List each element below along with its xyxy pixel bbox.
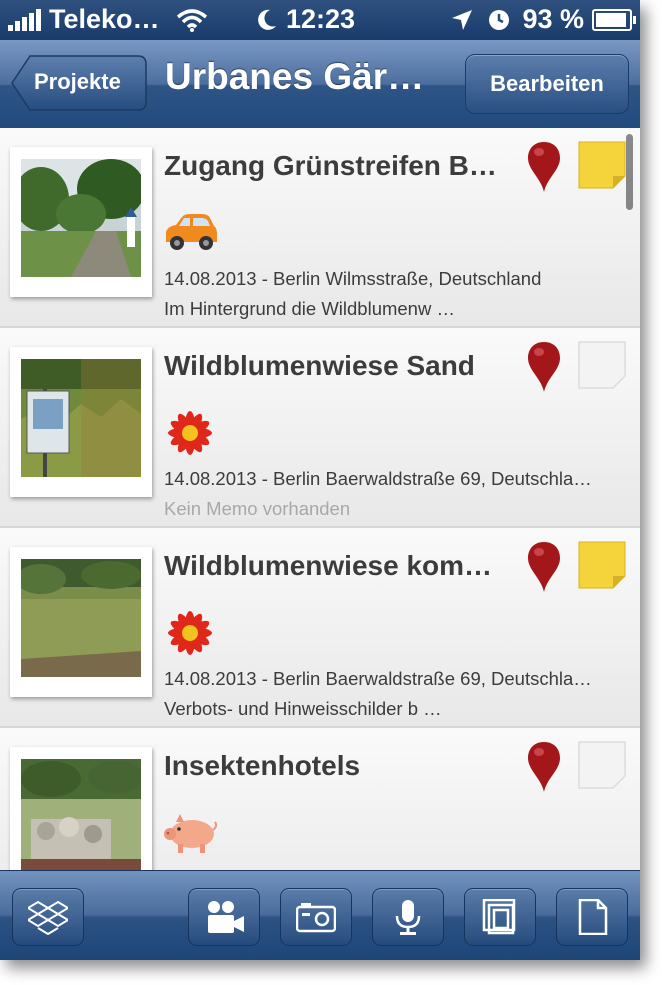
entry-memo: Kein Memo vorhanden bbox=[164, 498, 351, 519]
dropbox-button[interactable] bbox=[12, 888, 84, 946]
list-item[interactable]: Insektenhotels bbox=[0, 728, 640, 870]
status-bar: Teleko… 12:23 93 % bbox=[0, 0, 640, 40]
flower-icon bbox=[168, 611, 212, 655]
location-arrow-icon bbox=[452, 9, 473, 30]
entry-thumbnail bbox=[10, 147, 152, 297]
list-item[interactable]: Zugang Grünstreifen B… 14.08.2013 - Berl… bbox=[0, 128, 640, 328]
battery-icon bbox=[592, 8, 636, 31]
video-button[interactable] bbox=[188, 888, 260, 946]
memo-note-icon[interactable] bbox=[577, 540, 627, 590]
photo-insect-hotel bbox=[21, 759, 141, 870]
camera-button[interactable] bbox=[280, 888, 352, 946]
map-pin-icon[interactable] bbox=[527, 340, 561, 392]
new-document-button[interactable] bbox=[556, 888, 628, 946]
memo-note-empty-icon[interactable] bbox=[577, 740, 627, 790]
wifi-icon bbox=[176, 8, 207, 32]
gallery-button[interactable] bbox=[464, 888, 536, 946]
photo-overgrown-meadow bbox=[21, 559, 141, 677]
audio-record-button[interactable] bbox=[372, 888, 444, 946]
bottom-toolbar bbox=[0, 870, 640, 960]
carrier-group: Teleko… bbox=[8, 4, 208, 35]
scrollbar[interactable] bbox=[626, 134, 633, 210]
entry-date-location: 14.08.2013 - Berlin Wilmsstraße, Deutsch… bbox=[164, 268, 542, 289]
pig-icon bbox=[164, 814, 218, 853]
gallery-icon bbox=[482, 899, 516, 935]
app-screen: Teleko… 12:23 93 % Projekte Urbanes Gär…… bbox=[0, 0, 640, 960]
photo-path-with-trees bbox=[21, 159, 141, 277]
status-right-group: 93 % bbox=[450, 4, 636, 35]
entry-title: Insektenhotels bbox=[164, 750, 361, 781]
entry-title: Zugang Grünstreifen B… bbox=[164, 150, 497, 181]
signal-strength-icon bbox=[8, 8, 43, 31]
memo-note-empty-icon[interactable] bbox=[577, 340, 627, 390]
entry-thumbnail bbox=[10, 747, 152, 870]
entry-title: Wildblumenwiese Sand bbox=[164, 350, 475, 381]
clock: 12:23 bbox=[286, 4, 356, 34]
back-button-projekte[interactable]: Projekte bbox=[10, 54, 148, 112]
edit-button[interactable]: Bearbeiten bbox=[465, 54, 629, 114]
entry-memo: Verbots- und Hinweisschilder b … bbox=[164, 698, 442, 719]
list-item[interactable]: Wildblumenwiese Sand 14.08.2013 - Berlin… bbox=[0, 328, 640, 528]
entry-date-location: 14.08.2013 - Berlin Baerwaldstraße 69, D… bbox=[164, 468, 592, 489]
flower-icon bbox=[168, 411, 212, 455]
map-pin-icon[interactable] bbox=[527, 540, 561, 592]
back-button-label: Projekte bbox=[34, 69, 121, 94]
camera-icon bbox=[296, 903, 336, 933]
do-not-disturb-moon-icon bbox=[258, 9, 276, 30]
alarm-clock-icon bbox=[489, 9, 510, 30]
entry-date-location: 14.08.2013 - Berlin Baerwaldstraße 69, D… bbox=[164, 668, 592, 689]
map-pin-icon[interactable] bbox=[527, 140, 561, 192]
navigation-bar: Projekte Urbanes Gär… Bearbeiten bbox=[0, 40, 640, 129]
map-pin-icon[interactable] bbox=[527, 740, 561, 792]
video-camera-icon bbox=[208, 901, 244, 933]
page-title: Urbanes Gär… bbox=[165, 56, 425, 97]
list-item[interactable]: Wildblumenwiese kom… 14.08.2013 - Berlin… bbox=[0, 528, 640, 728]
memo-note-icon[interactable] bbox=[577, 140, 627, 190]
carrier-name: Teleko… bbox=[49, 4, 160, 34]
battery-percent: 93 % bbox=[522, 4, 584, 34]
entry-thumbnail bbox=[10, 347, 152, 497]
microphone-icon bbox=[395, 900, 421, 935]
car-icon bbox=[166, 214, 217, 250]
dropbox-icon bbox=[28, 900, 68, 935]
entry-list[interactable]: Zugang Grünstreifen B… 14.08.2013 - Berl… bbox=[0, 128, 640, 870]
photo-meadow-with-sign bbox=[21, 359, 141, 477]
entry-thumbnail bbox=[10, 547, 152, 697]
entry-title: Wildblumenwiese kom… bbox=[164, 550, 493, 581]
entry-memo: Im Hintergrund die Wildblumenw … bbox=[164, 298, 455, 319]
document-icon bbox=[578, 899, 608, 935]
